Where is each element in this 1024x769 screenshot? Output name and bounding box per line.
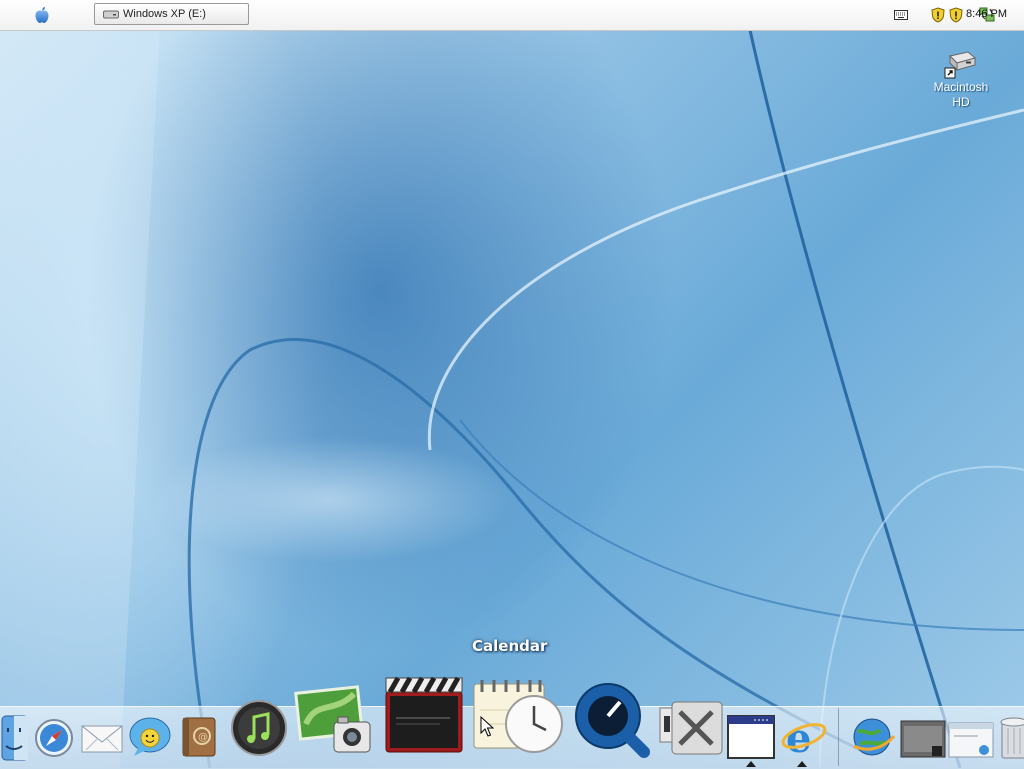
- desktop-wallpaper: [0, 30, 1024, 768]
- system-preferences-icon[interactable]: [658, 698, 724, 756]
- system-tray: 8:46 PM: [894, 0, 1024, 30]
- ichat-icon[interactable]: [128, 716, 172, 758]
- address-book-icon[interactable]: @: [180, 716, 218, 758]
- trash-icon[interactable]: [998, 712, 1024, 760]
- iphoto-icon[interactable]: [294, 684, 376, 758]
- finder-icon[interactable]: [0, 714, 28, 762]
- running-indicator: [797, 761, 807, 767]
- running-indicator: [746, 761, 756, 767]
- window-thumbnail-icon[interactable]: [900, 720, 946, 758]
- internet-explorer-icon[interactable]: e: [780, 712, 828, 760]
- network-globe-icon[interactable]: [850, 716, 896, 758]
- taskbar-window-label: Windows XP (E:): [123, 8, 206, 20]
- keyboard-icon[interactable]: [894, 9, 908, 21]
- drive-icon: [103, 10, 119, 19]
- security-shield-icon[interactable]: [949, 7, 963, 23]
- hard-drive-icon: [944, 51, 977, 79]
- itunes-icon[interactable]: [230, 697, 288, 759]
- taskbar-window-button[interactable]: Windows XP (E:): [94, 3, 249, 25]
- top-menu-bar: Windows XP (E:) 8:46 PM: [0, 0, 1024, 31]
- apple-logo-icon[interactable]: [33, 6, 51, 24]
- desktop-icon-label: Macintosh HD: [933, 80, 989, 109]
- quicktime-icon[interactable]: [570, 680, 652, 758]
- mouse-cursor-icon: [480, 716, 494, 737]
- window-thumbnail-icon[interactable]: [948, 722, 994, 758]
- window-icon[interactable]: [726, 714, 776, 760]
- svg-text:e: e: [786, 715, 811, 760]
- svg-text:@: @: [198, 732, 208, 743]
- tray-clock[interactable]: 8:46 PM: [966, 8, 1007, 20]
- dvd-player-icon[interactable]: [384, 676, 464, 754]
- security-shield-icon[interactable]: [931, 7, 945, 23]
- desktop-icon-macintosh-hd[interactable]: Macintosh HD: [924, 46, 998, 110]
- dock-tooltip: Calendar: [472, 637, 548, 655]
- dock-separator: [838, 708, 839, 766]
- mail-icon[interactable]: [80, 720, 124, 756]
- safari-icon[interactable]: [34, 718, 74, 758]
